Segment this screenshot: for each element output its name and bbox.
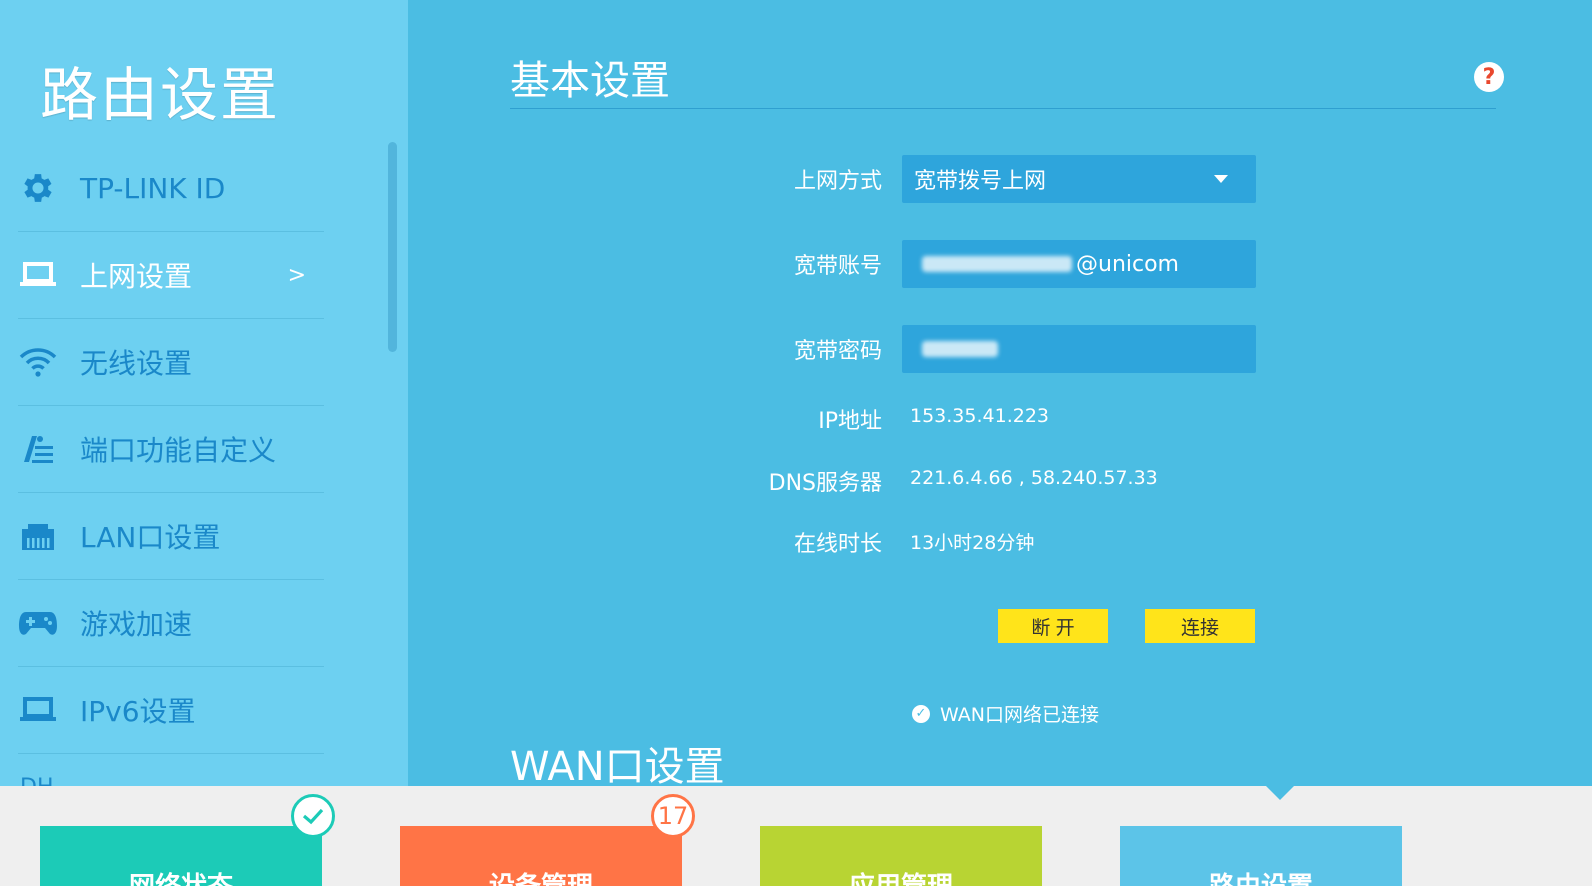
tab-label: 应用管理 xyxy=(849,866,953,886)
account-value-suffix: @unicom xyxy=(1076,251,1179,277)
chevron-right-icon: > xyxy=(287,262,306,288)
check-circle-icon: ✓ xyxy=(912,704,930,723)
tab-network-status[interactable]: 网络状态 xyxy=(40,826,322,886)
wifi-icon xyxy=(18,342,58,382)
sidebar-item-partial[interactable]: DH xyxy=(20,775,53,786)
tab-router-settings[interactable]: 路由设置 xyxy=(1120,826,1402,886)
section-title-wan: WAN口设置 xyxy=(510,744,725,790)
password-label: 宽带密码 xyxy=(793,339,882,364)
sidebar-item-tplink-id[interactable]: TP-LINK ID xyxy=(18,145,324,232)
sidebar-item-label: IPv6设置 xyxy=(80,695,196,728)
online-time-label: 在线时长 xyxy=(793,532,882,557)
sidebar-item-ipv6[interactable]: IPv6设置 xyxy=(18,667,324,754)
sidebar-item-label: TP-LINK ID xyxy=(80,171,226,205)
port-config-icon xyxy=(18,429,58,469)
connect-button[interactable]: 连接 xyxy=(1145,609,1255,643)
tab-device-management[interactable]: 设备管理 xyxy=(400,826,682,886)
wan-status-text: WAN口网络已连接 xyxy=(940,704,1099,726)
sidebar-item-label: 端口功能自定义 xyxy=(80,434,277,467)
sidebar-title: 路由设置 xyxy=(40,61,281,129)
section-divider xyxy=(510,108,1496,109)
check-badge-icon xyxy=(291,794,335,838)
sidebar-item-label: LAN口设置 xyxy=(80,521,221,554)
main-content: 基本设置 ? 上网方式 宽带拨号上网 宽带账号 @unicom 宽带密码 IP地… xyxy=(408,0,1592,790)
connection-type-select[interactable]: 宽带拨号上网 xyxy=(902,155,1256,203)
redacted-password-mask xyxy=(922,341,998,357)
online-time-value: 13小时28分钟 xyxy=(910,532,1035,554)
redacted-account-mask xyxy=(922,256,1072,272)
sidebar-item-internet-settings[interactable]: 上网设置 > xyxy=(18,232,324,319)
lan-port-icon xyxy=(18,516,58,556)
wan-status: ✓ WAN口网络已连接 xyxy=(912,700,1099,727)
ip-label: IP地址 xyxy=(818,409,882,434)
sidebar-item-lan[interactable]: LAN口设置 xyxy=(18,493,324,580)
sidebar-item-wireless[interactable]: 无线设置 xyxy=(18,319,324,406)
tab-label: 网络状态 xyxy=(129,866,233,886)
dns-value: 221.6.4.66 , 58.240.57.33 xyxy=(910,467,1158,489)
active-tab-pointer xyxy=(1266,786,1294,800)
ip-value: 153.35.41.223 xyxy=(910,405,1050,427)
tab-app-management[interactable]: 应用管理 xyxy=(760,826,1042,886)
sidebar-item-label: 游戏加速 xyxy=(80,608,193,641)
sidebar-item-label: 无线设置 xyxy=(80,347,193,380)
help-icon[interactable]: ? xyxy=(1474,62,1504,92)
device-count-badge: 17 xyxy=(651,794,695,838)
disconnect-button[interactable]: 断 开 xyxy=(998,609,1108,643)
sidebar-item-game-boost[interactable]: 游戏加速 xyxy=(18,580,324,667)
password-input[interactable] xyxy=(902,325,1256,373)
tab-label: 路由设置 xyxy=(1209,866,1313,886)
dns-label: DNS服务器 xyxy=(768,471,882,496)
laptop-icon xyxy=(18,255,58,295)
gear-icon xyxy=(18,168,58,208)
connection-type-label: 上网方式 xyxy=(793,169,882,194)
sidebar-scrollbar[interactable] xyxy=(388,142,397,352)
account-label: 宽带账号 xyxy=(793,254,882,279)
gamepad-icon xyxy=(18,603,58,643)
sidebar: 路由设置 TP-LINK ID 上网设置 > 无线设置 端口功能自定义 LAN口… xyxy=(0,0,408,786)
sidebar-menu: TP-LINK ID 上网设置 > 无线设置 端口功能自定义 LAN口设置 游戏… xyxy=(18,145,324,754)
connection-type-value: 宽带拨号上网 xyxy=(914,169,1047,194)
account-input[interactable]: @unicom xyxy=(902,240,1256,288)
sidebar-item-label: 上网设置 xyxy=(80,260,193,293)
chevron-down-icon xyxy=(1214,175,1228,183)
sidebar-item-port-config[interactable]: 端口功能自定义 xyxy=(18,406,324,493)
section-title-basic: 基本设置 xyxy=(510,58,670,104)
tab-label: 设备管理 xyxy=(489,866,593,886)
laptop-icon xyxy=(18,690,58,730)
